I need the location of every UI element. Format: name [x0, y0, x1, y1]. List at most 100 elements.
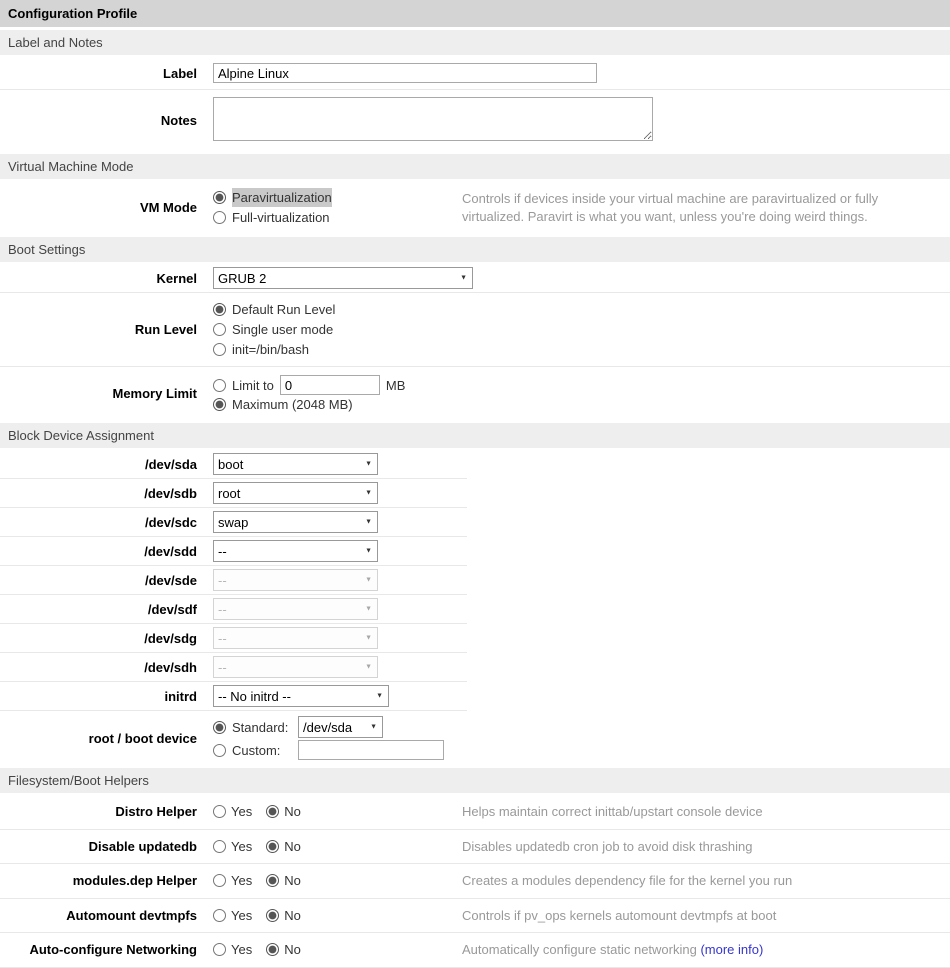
yes-label: Yes [231, 873, 252, 888]
distro-helper-help-text: Helps maintain correct inittab/upstart c… [462, 803, 950, 821]
dev-sdh-row: /dev/sdh -- [0, 653, 467, 682]
memory-limit-label: Memory Limit [0, 386, 205, 401]
vm-mode-paravirtualization-option[interactable]: Paravirtualization [213, 188, 462, 207]
vm-mode-full-virtualization-radio[interactable] [213, 211, 226, 224]
auto-configure-networking-help-text: Automatically configure static networkin… [462, 941, 950, 959]
label-field-label: Label [0, 66, 205, 81]
memory-maximum-radio[interactable] [213, 398, 226, 411]
configuration-profile-page: Configuration Profile Label and Notes La… [0, 0, 950, 968]
automount-devtmpfs-yes-option[interactable]: Yes [213, 908, 252, 923]
root-device-standard-select[interactable]: /dev/sda [298, 716, 383, 738]
section-boot-settings: Boot Settings [0, 237, 950, 262]
root-device-custom-radio[interactable] [213, 744, 226, 757]
root-device-custom-label: Custom: [232, 743, 292, 758]
run-level-init-bash-label: init=/bin/bash [232, 340, 309, 359]
vm-mode-help-text: Controls if devices inside your virtual … [462, 190, 950, 225]
root-device-standard-label: Standard: [232, 720, 292, 735]
auto-configure-networking-yes-option[interactable]: Yes [213, 942, 252, 957]
run-level-single-user-option[interactable]: Single user mode [213, 320, 462, 339]
modules-dep-helper-yes-option[interactable]: Yes [213, 873, 252, 888]
disable-updatedb-yes-radio[interactable] [213, 840, 226, 853]
memory-limit-input[interactable] [280, 375, 380, 395]
root-device-custom-input[interactable] [298, 740, 444, 760]
no-label: No [284, 942, 301, 957]
initrd-row: initrd -- No initrd -- [0, 682, 467, 711]
disable-updatedb-help-text: Disables updatedb cron job to avoid disk… [462, 838, 950, 856]
kernel-select[interactable]: GRUB 2 [213, 267, 473, 289]
section-label-and-notes: Label and Notes [0, 30, 950, 55]
vm-mode-paravirtualization-label: Paravirtualization [232, 188, 332, 207]
automount-devtmpfs-no-option[interactable]: No [266, 908, 301, 923]
run-level-init-bash-option[interactable]: init=/bin/bash [213, 340, 462, 359]
dev-sdf-row: /dev/sdf -- [0, 595, 467, 624]
auto-configure-networking-row: Auto-configure Networking Yes No Automat… [0, 933, 950, 968]
dev-sda-select[interactable]: boot [213, 453, 378, 475]
memory-maximum-label: Maximum (2048 MB) [232, 397, 353, 412]
dev-sdd-select[interactable]: -- [213, 540, 378, 562]
auto-configure-networking-no-radio[interactable] [266, 943, 279, 956]
auto-configure-networking-no-option[interactable]: No [266, 942, 301, 957]
modules-dep-helper-row: modules.dep Helper Yes No Creates a modu… [0, 864, 950, 899]
dev-sde-select: -- [213, 569, 378, 591]
disable-updatedb-row: Disable updatedb Yes No Disables updated… [0, 830, 950, 865]
yes-label: Yes [231, 839, 252, 854]
kernel-select-wrap: GRUB 2 [213, 267, 473, 289]
section-virtual-machine-mode: Virtual Machine Mode [0, 154, 950, 179]
auto-configure-networking-yes-radio[interactable] [213, 943, 226, 956]
distro-helper-yes-option[interactable]: Yes [213, 804, 252, 819]
dev-sde-row: /dev/sde -- [0, 566, 467, 595]
dev-sdf-label: /dev/sdf [0, 602, 205, 617]
run-level-default-label: Default Run Level [232, 300, 335, 319]
dev-sdb-select[interactable]: root [213, 482, 378, 504]
networking-help-text: Automatically configure static networkin… [462, 942, 697, 957]
no-label: No [284, 908, 301, 923]
distro-helper-row: Distro Helper Yes No Helps maintain corr… [0, 795, 950, 830]
distro-helper-yes-radio[interactable] [213, 805, 226, 818]
label-input[interactable] [213, 63, 597, 83]
more-info-link[interactable]: (more info) [700, 942, 763, 957]
vm-mode-row: VM Mode Paravirtualization Full-virtuali… [0, 181, 950, 234]
disable-updatedb-no-option[interactable]: No [266, 839, 301, 854]
root-boot-device-label: root / boot device [0, 731, 205, 746]
root-device-standard-radio[interactable] [213, 721, 226, 734]
vm-mode-paravirtualization-radio[interactable] [213, 191, 226, 204]
notes-textarea[interactable] [213, 97, 653, 141]
run-level-default-radio[interactable] [213, 303, 226, 316]
automount-devtmpfs-label: Automount devtmpfs [0, 908, 205, 923]
automount-devtmpfs-row: Automount devtmpfs Yes No Controls if pv… [0, 899, 950, 934]
dev-sdh-label: /dev/sdh [0, 660, 205, 675]
page-title: Configuration Profile [0, 0, 950, 27]
automount-devtmpfs-help-text: Controls if pv_ops kernels automount dev… [462, 907, 950, 925]
vm-mode-full-virtualization-option[interactable]: Full-virtualization [213, 208, 462, 227]
run-level-single-user-radio[interactable] [213, 323, 226, 336]
disable-updatedb-no-radio[interactable] [266, 840, 279, 853]
automount-devtmpfs-no-radio[interactable] [266, 909, 279, 922]
dev-sdf-select: -- [213, 598, 378, 620]
no-label: No [284, 873, 301, 888]
yes-label: Yes [231, 908, 252, 923]
modules-dep-helper-no-option[interactable]: No [266, 873, 301, 888]
notes-field-label: Notes [0, 113, 205, 128]
memory-limit-to-radio[interactable] [213, 379, 226, 392]
distro-helper-label: Distro Helper [0, 804, 205, 819]
dev-sdg-label: /dev/sdg [0, 631, 205, 646]
dev-sda-row: /dev/sda boot [0, 450, 467, 479]
dev-sda-label: /dev/sda [0, 457, 205, 472]
initrd-select[interactable]: -- No initrd -- [213, 685, 389, 707]
dev-sdc-select[interactable]: swap [213, 511, 378, 533]
disable-updatedb-yes-option[interactable]: Yes [213, 839, 252, 854]
run-level-init-bash-radio[interactable] [213, 343, 226, 356]
modules-dep-helper-yes-radio[interactable] [213, 874, 226, 887]
section-filesystem-boot-helpers: Filesystem/Boot Helpers [0, 768, 950, 793]
run-level-default-option[interactable]: Default Run Level [213, 300, 462, 319]
memory-limit-unit: MB [386, 378, 406, 393]
distro-helper-no-radio[interactable] [266, 805, 279, 818]
distro-helper-no-option[interactable]: No [266, 804, 301, 819]
run-level-label: Run Level [0, 322, 205, 337]
automount-devtmpfs-yes-radio[interactable] [213, 909, 226, 922]
memory-limit-row: Memory Limit Limit to MB Maximum (2048 M… [0, 367, 950, 420]
vm-mode-label: VM Mode [0, 200, 205, 215]
disable-updatedb-label: Disable updatedb [0, 839, 205, 854]
section-block-device-assignment: Block Device Assignment [0, 423, 950, 448]
modules-dep-helper-no-radio[interactable] [266, 874, 279, 887]
